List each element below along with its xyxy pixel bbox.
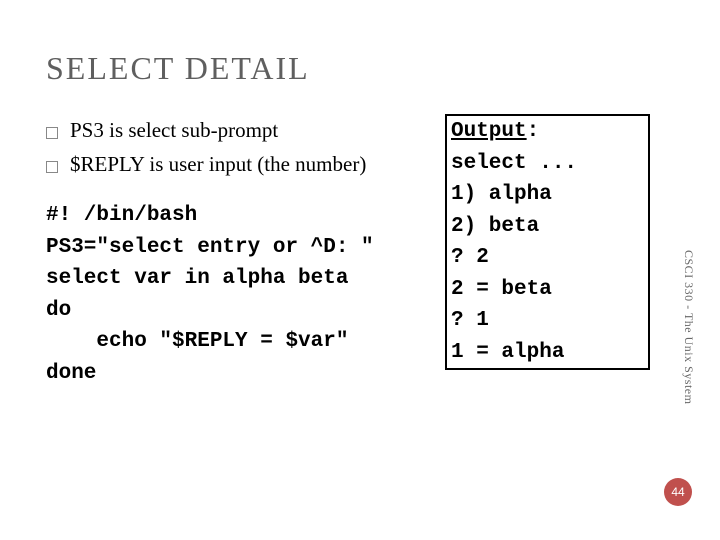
code-block: #! /bin/bash PS3="select entry or ^D: " … (46, 200, 446, 389)
output-colon: : (527, 120, 540, 143)
bullet-text: PS3 is select sub-prompt (70, 115, 278, 145)
output-line: 1 = alpha (451, 337, 644, 369)
output-line: ? 1 (451, 305, 644, 337)
output-header: Output: (451, 116, 644, 148)
code-line: PS3="select entry or ^D: " (46, 232, 446, 264)
output-label: Output (451, 120, 527, 143)
code-line: do (46, 295, 446, 327)
output-line: 2 = beta (451, 274, 644, 306)
code-line: select var in alpha beta (46, 263, 446, 295)
slide: SELECT DETAIL PS3 is select sub-prompt $… (0, 0, 720, 540)
code-line: done (46, 358, 446, 390)
output-line: ? 2 (451, 242, 644, 274)
side-note: CSCI 330 - The Unix System (681, 250, 696, 404)
bullet-list: PS3 is select sub-prompt $REPLY is user … (46, 115, 426, 184)
bullet-icon (46, 161, 58, 173)
code-line: #! /bin/bash (46, 200, 446, 232)
output-line: select ... (451, 148, 644, 180)
bullet-icon (46, 127, 58, 139)
list-item: $REPLY is user input (the number) (46, 149, 426, 179)
slide-title: SELECT DETAIL (46, 50, 310, 87)
output-line: 2) beta (451, 211, 644, 243)
output-box: Output: select ... 1) alpha 2) beta ? 2 … (445, 114, 650, 370)
bullet-text: $REPLY is user input (the number) (70, 149, 366, 179)
page-number-badge: 44 (664, 478, 692, 506)
code-line: echo "$REPLY = $var" (46, 326, 446, 358)
page-number: 44 (671, 485, 684, 499)
list-item: PS3 is select sub-prompt (46, 115, 426, 145)
output-line: 1) alpha (451, 179, 644, 211)
